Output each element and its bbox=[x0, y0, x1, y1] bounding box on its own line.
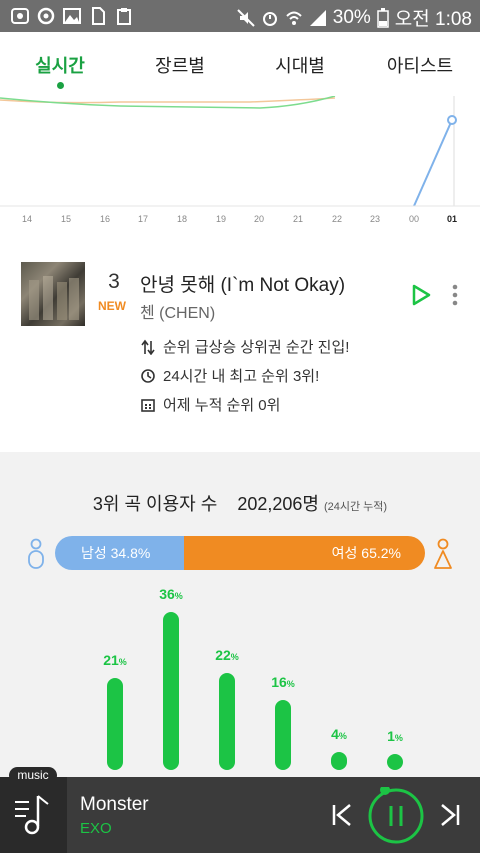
status-bar: 30% 오전 1:08 bbox=[0, 0, 480, 32]
skip-next-icon bbox=[441, 804, 460, 826]
age-bar bbox=[387, 754, 403, 770]
listener-stats: 3위 곡 이용자 수 202,206명 (24시간 누적) 남성 34.8% 여… bbox=[0, 452, 480, 777]
x-tick: 15 bbox=[60, 214, 71, 224]
battery-icon bbox=[377, 7, 389, 28]
pause-button[interactable] bbox=[367, 785, 425, 845]
tab-label: 아티스트 bbox=[386, 56, 454, 76]
x-tick: 16 bbox=[99, 214, 110, 224]
file-icon bbox=[88, 6, 108, 26]
song-title[interactable]: 안녕 못해 (I`m Not Okay) bbox=[140, 270, 345, 297]
x-tick: 22 bbox=[331, 214, 342, 224]
x-tick: 17 bbox=[137, 214, 148, 224]
notification-icon bbox=[10, 6, 30, 26]
album-art-image bbox=[29, 276, 79, 320]
age-distribution-chart: 21% 36% 22% 16% 4% 1% bbox=[0, 452, 480, 777]
x-tick: 14 bbox=[21, 214, 32, 224]
age-bar-label: 22% bbox=[215, 647, 239, 663]
x-tick: 20 bbox=[253, 214, 264, 224]
playlist-music-icon bbox=[15, 795, 49, 835]
mute-icon bbox=[237, 8, 255, 27]
song-card[interactable]: 3 NEW 안녕 못해 (I`m Not Okay) 첸 (CHEN) 순위 급… bbox=[0, 232, 480, 452]
tab-realtime[interactable]: 실시간 bbox=[0, 32, 120, 96]
x-tick: 00 bbox=[408, 214, 419, 224]
info-rank-rise: 순위 급상승 상위권 순간 진입! bbox=[141, 336, 349, 357]
info-text: 어제 누적 순위 0위 bbox=[163, 397, 281, 414]
clipboard-icon bbox=[114, 6, 134, 26]
skip-previous-icon bbox=[332, 804, 351, 826]
clock-icon bbox=[141, 368, 155, 383]
music-badge: music bbox=[9, 767, 57, 784]
album-cover[interactable] bbox=[21, 262, 85, 326]
rank-graph-lines bbox=[0, 96, 480, 207]
x-tick: 21 bbox=[292, 214, 303, 224]
tab-label: 장르별 bbox=[155, 56, 205, 76]
age-bar-label: 4% bbox=[331, 726, 347, 742]
play-button[interactable] bbox=[410, 284, 432, 306]
clock-text: 오전 1:08 bbox=[394, 9, 472, 30]
playlist-button[interactable] bbox=[0, 777, 67, 853]
wifi-icon bbox=[285, 9, 303, 27]
music-app-icon bbox=[36, 6, 56, 26]
age-bar-label: 36% bbox=[159, 586, 183, 602]
tab-era[interactable]: 시대별 bbox=[240, 32, 360, 96]
age-bar-label: 1% bbox=[387, 728, 403, 744]
x-tick: 18 bbox=[176, 214, 187, 224]
info-yesterday-rank: 어제 누적 순위 0위 bbox=[141, 394, 280, 415]
age-bar-label: 16% bbox=[271, 674, 295, 690]
signal-icon bbox=[309, 9, 327, 27]
tab-label: 시대별 bbox=[275, 56, 325, 76]
tab-genre[interactable]: 장르별 bbox=[120, 32, 240, 96]
x-tick: 19 bbox=[215, 214, 226, 224]
age-bar bbox=[107, 678, 123, 770]
now-playing-title[interactable]: Monster bbox=[80, 794, 149, 816]
info-text: 24시간 내 최고 순위 3위! bbox=[163, 368, 320, 385]
rank-up-icon bbox=[141, 339, 155, 355]
previous-button[interactable] bbox=[331, 803, 353, 827]
mini-player[interactable]: Monster EXO bbox=[0, 777, 480, 853]
play-icon bbox=[412, 284, 431, 306]
age-bar bbox=[163, 612, 179, 770]
info-best-rank: 24시간 내 최고 순위 3위! bbox=[141, 365, 319, 386]
gallery-icon bbox=[62, 6, 82, 26]
age-bar-label: 21% bbox=[103, 652, 127, 668]
alarm-icon bbox=[261, 9, 279, 27]
new-badge: NEW bbox=[98, 299, 126, 313]
tab-artist[interactable]: 아티스트 bbox=[360, 32, 480, 96]
more-options-button[interactable] bbox=[449, 282, 461, 308]
age-bar bbox=[331, 752, 347, 770]
battery-text: 30% bbox=[332, 6, 371, 28]
age-bar bbox=[219, 673, 235, 770]
calendar-icon bbox=[141, 398, 155, 412]
rank-graph: 14 15 16 17 18 19 20 21 22 23 00 01 bbox=[0, 96, 480, 232]
artist-name[interactable]: 첸 (CHEN) bbox=[140, 299, 215, 323]
now-playing-artist[interactable]: EXO bbox=[80, 820, 112, 837]
x-tick: 23 bbox=[369, 214, 380, 224]
pause-icon bbox=[368, 785, 424, 844]
chart-tabs: 실시간 장르별 시대별 아티스트 bbox=[0, 32, 480, 96]
next-button[interactable] bbox=[439, 803, 461, 827]
rank-number: 3 bbox=[108, 270, 120, 293]
info-text: 순위 급상승 상위권 순간 진입! bbox=[163, 339, 350, 356]
x-tick: 01 bbox=[446, 214, 457, 224]
age-bar bbox=[275, 700, 291, 770]
tab-label: 실시간 bbox=[35, 56, 85, 76]
active-tab-indicator bbox=[57, 82, 64, 89]
more-vertical-icon bbox=[452, 284, 458, 306]
